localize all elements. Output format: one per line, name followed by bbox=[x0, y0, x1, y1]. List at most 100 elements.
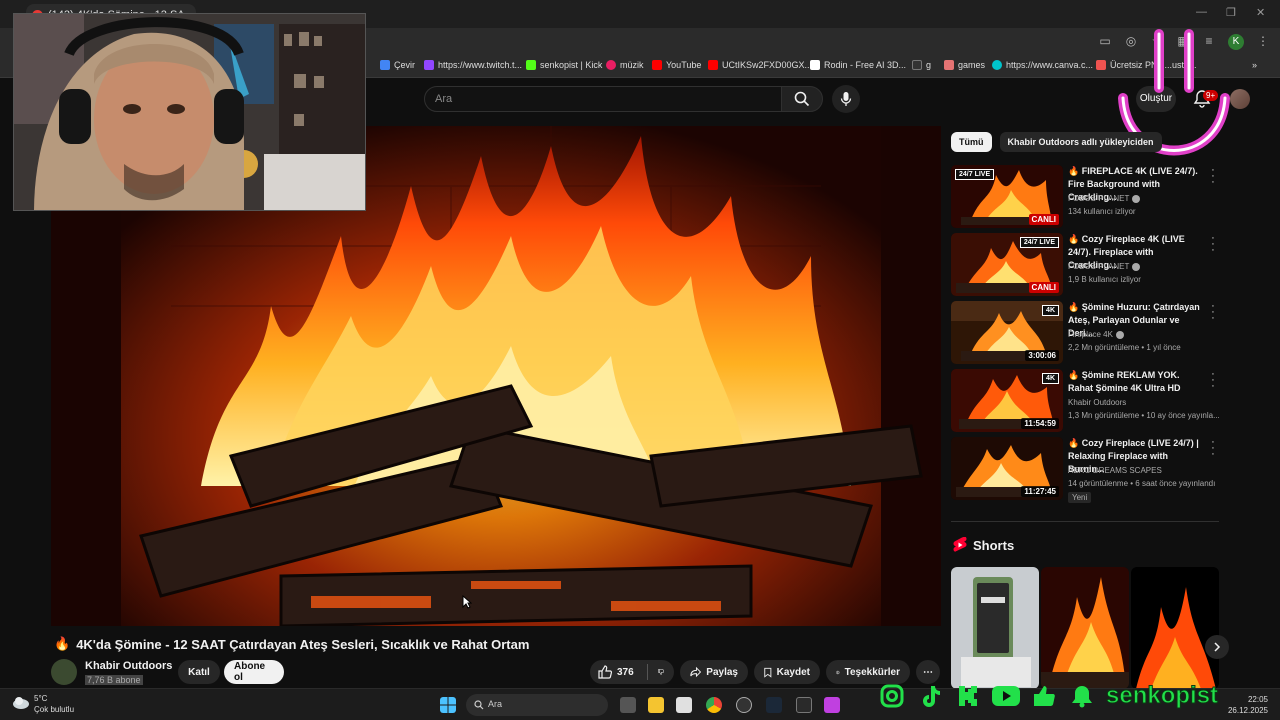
share-icon bbox=[690, 666, 702, 678]
video-thumbnail[interactable]: 11:27:45 bbox=[951, 437, 1063, 500]
bookmark-item[interactable]: g bbox=[912, 60, 931, 70]
windows-start-icon[interactable] bbox=[440, 697, 456, 713]
more-vertical-icon[interactable]: · · · bbox=[1209, 301, 1217, 324]
video-thumbnail[interactable]: 4K 3:00:06 bbox=[951, 301, 1063, 364]
webcam-overlay bbox=[13, 13, 366, 211]
more-vertical-icon[interactable]: · · · bbox=[1209, 437, 1217, 460]
video-title: 🔥 4K'da Şömine - 12 SAAT Çatırdayan Ateş… bbox=[54, 636, 530, 652]
more-vertical-icon[interactable]: · · · bbox=[1209, 233, 1217, 256]
instagram-icon bbox=[878, 682, 906, 710]
video-meta: 2,2 Mn görüntüleme • 1 yıl önce bbox=[1068, 343, 1181, 352]
recommendation-item[interactable]: 4K 11:54:59 🔥 Şömine REKLAM YOK. Rahat Ş… bbox=[951, 369, 1221, 433]
bookmark-item[interactable]: senkopist | Kick bbox=[526, 60, 602, 70]
subscribe-button[interactable]: Abone ol bbox=[224, 660, 284, 684]
kick-icon bbox=[954, 682, 982, 710]
video-meta: 1,9 B kullanıcı izliyor bbox=[1068, 275, 1141, 284]
channel-name[interactable]: Fireplace 4K bbox=[1068, 330, 1124, 339]
taskbar-search-input[interactable]: Ara bbox=[466, 694, 608, 716]
chrome-icon[interactable] bbox=[706, 697, 722, 713]
bookmark-item[interactable]: games bbox=[944, 60, 985, 70]
more-actions-button[interactable]: ⋯ bbox=[916, 660, 940, 684]
voice-search-button[interactable] bbox=[832, 85, 860, 113]
steam-icon[interactable] bbox=[766, 697, 782, 713]
bookmark-item[interactable]: UCtIKSw2FXD00GX... bbox=[708, 60, 812, 70]
short-item[interactable] bbox=[951, 567, 1039, 689]
channel-name[interactable]: Khabir Outdoors bbox=[85, 660, 172, 672]
live-24-7-badge: 24/7 LIVE bbox=[955, 169, 995, 180]
channel-name[interactable]: FOBOS PLANET bbox=[1068, 262, 1141, 271]
search-button[interactable] bbox=[781, 86, 823, 112]
bell-icon bbox=[1068, 682, 1096, 710]
4k-badge: 4K bbox=[1042, 373, 1059, 384]
new-badge: Yeni bbox=[1068, 492, 1092, 503]
filter-chips: Tümü Khabir Outdoors adlı yükleyiciden bbox=[951, 132, 1162, 152]
section-divider bbox=[951, 521, 1219, 522]
subscriber-count: 7,76 B abone bbox=[85, 675, 143, 685]
account-avatar[interactable] bbox=[1230, 89, 1250, 109]
bookmark-item[interactable]: YouTube bbox=[652, 60, 701, 70]
thumbs-down-icon[interactable] bbox=[658, 665, 664, 679]
maximize-icon[interactable]: ❐ bbox=[1226, 6, 1236, 19]
join-button[interactable]: Katıl bbox=[178, 660, 220, 684]
channel-name[interactable]: AERO DREAMS SCAPES bbox=[1068, 466, 1162, 475]
thumbs-up-icon bbox=[598, 665, 612, 679]
chip-from-uploader[interactable]: Khabir Outdoors adlı yükleyiciden bbox=[999, 132, 1162, 152]
bookmarks-overflow-icon[interactable]: » bbox=[1252, 60, 1257, 70]
more-vertical-icon[interactable]: · · · bbox=[1209, 369, 1217, 392]
short-item[interactable] bbox=[1131, 567, 1219, 689]
obs-icon[interactable] bbox=[736, 697, 752, 713]
file-explorer-icon[interactable] bbox=[648, 697, 664, 713]
recommendation-item[interactable]: 11:27:45 🔥 Cozy Fireplace (LIVE 24/7) | … bbox=[951, 437, 1221, 503]
thanks-button[interactable]: $ Teşekkürler bbox=[826, 660, 910, 684]
recommendation-item[interactable]: 4K 3:00:06 🔥 Şömine Huzuru: Çatırdayan A… bbox=[951, 301, 1221, 365]
shorts-next-button[interactable] bbox=[1205, 635, 1229, 659]
short-item[interactable] bbox=[1041, 567, 1129, 689]
4k-badge: 4K bbox=[1042, 305, 1059, 316]
cast-icon[interactable]: ▭ bbox=[1098, 34, 1112, 50]
save-button[interactable]: Kaydet bbox=[754, 660, 820, 684]
video-title[interactable]: 🔥 Şömine REKLAM YOK. Rahat Şömine 4K Ult… bbox=[1068, 369, 1203, 395]
store-icon[interactable] bbox=[676, 697, 692, 713]
more-horizontal-icon: ⋯ bbox=[923, 666, 933, 678]
menu-icon[interactable]: ⋮ bbox=[1256, 34, 1270, 50]
short-thumbnail-image bbox=[951, 567, 1039, 689]
weather-widget[interactable]: 5°C Çok bulutlu bbox=[12, 694, 74, 714]
epic-games-icon[interactable] bbox=[796, 697, 812, 713]
search-icon bbox=[474, 700, 484, 710]
channel-name[interactable]: Khabir Outdoors bbox=[1068, 398, 1126, 407]
search-input[interactable]: Ara bbox=[424, 86, 782, 112]
fire-emoji-icon: 🔥 bbox=[54, 636, 71, 651]
recommendation-item[interactable]: 24/7 LIVE CANLI 🔥 FIREPLACE 4K (LIVE 24/… bbox=[951, 165, 1221, 229]
task-view-icon[interactable] bbox=[620, 697, 636, 713]
chip-all[interactable]: Tümü bbox=[951, 132, 992, 152]
live-badge: CANLI bbox=[1028, 282, 1059, 293]
bookmark-item[interactable]: müzik bbox=[606, 60, 644, 70]
tiktok-icon bbox=[916, 682, 944, 710]
bookmark-item[interactable]: https://www.canva.c... bbox=[992, 60, 1093, 70]
minimize-icon[interactable]: — bbox=[1196, 6, 1207, 18]
microphone-icon bbox=[840, 92, 852, 106]
bookmark-item[interactable]: Çevir bbox=[380, 60, 415, 70]
close-icon[interactable]: ✕ bbox=[1256, 6, 1265, 19]
video-thumbnail[interactable]: 24/7 LIVE CANLI bbox=[951, 165, 1063, 228]
share-button[interactable]: Paylaş bbox=[680, 660, 748, 684]
video-thumbnail[interactable]: 4K 11:54:59 bbox=[951, 369, 1063, 432]
like-button[interactable]: 376 bbox=[598, 665, 634, 679]
streamer-handle: senkopist bbox=[1105, 682, 1219, 710]
channel-avatar[interactable] bbox=[51, 659, 77, 685]
live-24-7-badge: 24/7 LIVE bbox=[1019, 237, 1059, 248]
system-clock[interactable]: 22:05 26.12.2025 bbox=[1228, 694, 1268, 716]
webcam-feed-image bbox=[14, 14, 365, 210]
more-vertical-icon[interactable]: · · · bbox=[1209, 165, 1217, 188]
channel-name[interactable]: FOBOS PLANET bbox=[1068, 194, 1141, 203]
bookmark-item[interactable]: https://www.twitch.t... bbox=[424, 60, 522, 70]
twitch-app-icon[interactable] bbox=[824, 697, 840, 713]
recommendation-item[interactable]: 24/7 LIVE CANLI 🔥 Cozy Fireplace 4K (LIV… bbox=[951, 233, 1221, 297]
shorts-heading: Shorts bbox=[953, 537, 1014, 553]
social-overlay: senkopist bbox=[878, 682, 1219, 710]
verified-icon bbox=[1132, 194, 1141, 203]
bookmark-item[interactable]: Rodin - Free AI 3D... bbox=[810, 60, 906, 70]
video-thumbnail[interactable]: 24/7 LIVE CANLI bbox=[951, 233, 1063, 296]
like-dislike-group: 376 bbox=[590, 660, 674, 684]
mouse-cursor-icon bbox=[462, 595, 472, 609]
